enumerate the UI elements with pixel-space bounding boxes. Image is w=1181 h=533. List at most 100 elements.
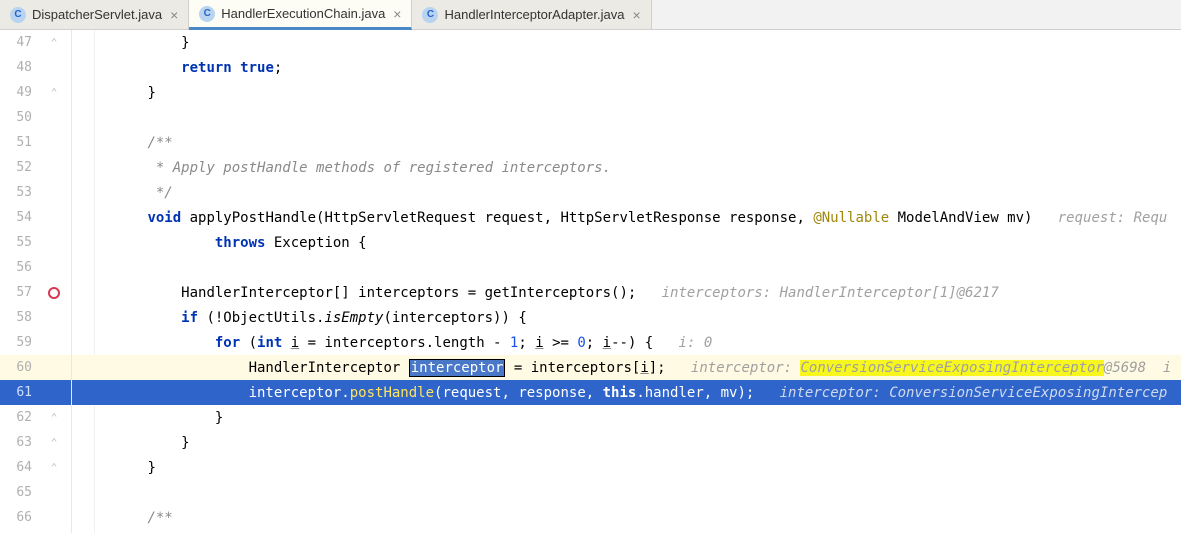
- code-line[interactable]: }: [72, 30, 1181, 55]
- gutter-row[interactable]: 54: [0, 205, 71, 230]
- code-line[interactable]: }: [72, 455, 1181, 480]
- tab-label: HandlerInterceptorAdapter.java: [444, 7, 624, 22]
- code-line[interactable]: [72, 255, 1181, 280]
- token: >=: [544, 335, 578, 351]
- line-number: 60: [0, 360, 36, 375]
- gutter-row[interactable]: 51: [0, 130, 71, 155]
- indent: [80, 310, 181, 326]
- token: @Nullable: [813, 210, 889, 226]
- token: = interceptors[: [505, 360, 640, 376]
- line-number: 65: [0, 485, 36, 500]
- token: * Apply postHandle methods of registered…: [147, 160, 611, 176]
- token: ];: [649, 360, 691, 376]
- code-line[interactable]: throws Exception {: [72, 230, 1181, 255]
- editor: 47⌃4849⌃50515253545556575859606162⌃63⌃64…: [0, 30, 1181, 533]
- code-line[interactable]: HandlerInterceptor interceptor = interce…: [72, 355, 1181, 380]
- token: ;: [586, 335, 603, 351]
- gutter-row[interactable]: 63 ⌃: [0, 430, 71, 455]
- tab-1[interactable]: CHandlerExecutionChain.java×: [189, 0, 412, 30]
- code-line[interactable]: }: [72, 405, 1181, 430]
- marker-column: ⌃: [36, 86, 72, 99]
- token: */: [147, 185, 172, 201]
- code-line[interactable]: }: [72, 80, 1181, 105]
- token: (: [240, 335, 257, 351]
- token: = interceptors.length -: [299, 335, 510, 351]
- token: ModelAndView mv): [889, 210, 1058, 226]
- token: interceptor.: [249, 385, 350, 401]
- indent: [80, 360, 249, 376]
- gutter-row[interactable]: 55: [0, 230, 71, 255]
- gutter-row[interactable]: 62⌃: [0, 405, 71, 430]
- token: ConversionServiceExposingInterceptor: [800, 360, 1103, 376]
- line-number: 66: [0, 510, 36, 525]
- breakpoint-icon[interactable]: [48, 287, 60, 299]
- token: applyPostHandle(HttpServletRequest reque…: [181, 210, 813, 226]
- token: this: [603, 385, 637, 401]
- code-line[interactable]: return true;: [72, 55, 1181, 80]
- class-icon: C: [199, 6, 215, 22]
- gutter-row[interactable]: 48: [0, 55, 71, 80]
- marker-column: ⌃: [36, 36, 72, 49]
- token: i: [535, 335, 543, 351]
- tab-2[interactable]: CHandlerInterceptorAdapter.java×: [412, 0, 651, 29]
- token: interceptor: [409, 359, 506, 377]
- gutter-row[interactable]: 58: [0, 305, 71, 330]
- token: }: [147, 85, 155, 101]
- line-number: 64: [0, 460, 36, 475]
- token: ;: [518, 335, 535, 351]
- fold-icon[interactable]: ⌃: [51, 436, 58, 449]
- gutter-row[interactable]: 64 ⌃: [0, 455, 71, 480]
- indent: [80, 335, 215, 351]
- gutter-row[interactable]: 53: [0, 180, 71, 205]
- gutter-row[interactable]: 66: [0, 505, 71, 530]
- fold-icon[interactable]: ⌃: [51, 461, 58, 474]
- line-number: 47: [0, 35, 36, 50]
- token: for: [215, 335, 240, 351]
- line-number: 52: [0, 160, 36, 175]
- gutter-row[interactable]: 50: [0, 105, 71, 130]
- token: --) {: [611, 335, 678, 351]
- close-icon[interactable]: ×: [391, 6, 403, 22]
- line-number: 57: [0, 285, 36, 300]
- close-icon[interactable]: ×: [168, 7, 180, 23]
- fold-icon[interactable]: ⌃: [51, 36, 58, 49]
- token: 1: [510, 335, 518, 351]
- indent: [80, 85, 147, 101]
- code-line[interactable]: for (int i = interceptors.length - 1; i …: [72, 330, 1181, 355]
- gutter-row[interactable]: 59: [0, 330, 71, 355]
- gutter-row[interactable]: 60: [0, 355, 71, 380]
- token: (interceptors)) {: [383, 310, 526, 326]
- code-line[interactable]: }: [72, 430, 1181, 455]
- code-line[interactable]: /**: [72, 505, 1181, 530]
- token: (!ObjectUtils.: [198, 310, 324, 326]
- tab-0[interactable]: CDispatcherServlet.java×: [0, 0, 189, 29]
- fold-icon[interactable]: ⌃: [51, 411, 58, 424]
- line-number: 63: [0, 435, 36, 450]
- token: interceptor:: [691, 360, 801, 376]
- line-number: 55: [0, 235, 36, 250]
- gutter-row[interactable]: 61: [0, 380, 71, 405]
- code-line[interactable]: * Apply postHandle methods of registered…: [72, 155, 1181, 180]
- code-area[interactable]: } return true; } /** * Apply postHandle …: [72, 30, 1181, 533]
- code-line[interactable]: if (!ObjectUtils.isEmpty(interceptors)) …: [72, 305, 1181, 330]
- line-number: 59: [0, 335, 36, 350]
- token: request: Requ: [1058, 210, 1168, 226]
- code-line[interactable]: void applyPostHandle(HttpServletRequest …: [72, 205, 1181, 230]
- gutter-row[interactable]: 49⌃: [0, 80, 71, 105]
- token: [282, 335, 290, 351]
- gutter-row[interactable]: 52: [0, 155, 71, 180]
- code-line[interactable]: [72, 105, 1181, 130]
- marker-column: ⌃: [36, 436, 72, 449]
- gutter-row[interactable]: 57: [0, 280, 71, 305]
- code-line[interactable]: interceptor.postHandle(request, response…: [72, 380, 1181, 405]
- gutter-row[interactable]: 56: [0, 255, 71, 280]
- code-line[interactable]: */: [72, 180, 1181, 205]
- code-line[interactable]: /**: [72, 130, 1181, 155]
- gutter-row[interactable]: 47 ⌃: [0, 30, 71, 55]
- line-number: 53: [0, 185, 36, 200]
- code-line[interactable]: HandlerInterceptor[] interceptors = getI…: [72, 280, 1181, 305]
- code-line[interactable]: [72, 480, 1181, 505]
- fold-icon[interactable]: ⌃: [51, 86, 58, 99]
- close-icon[interactable]: ×: [630, 7, 642, 23]
- gutter-row[interactable]: 65: [0, 480, 71, 505]
